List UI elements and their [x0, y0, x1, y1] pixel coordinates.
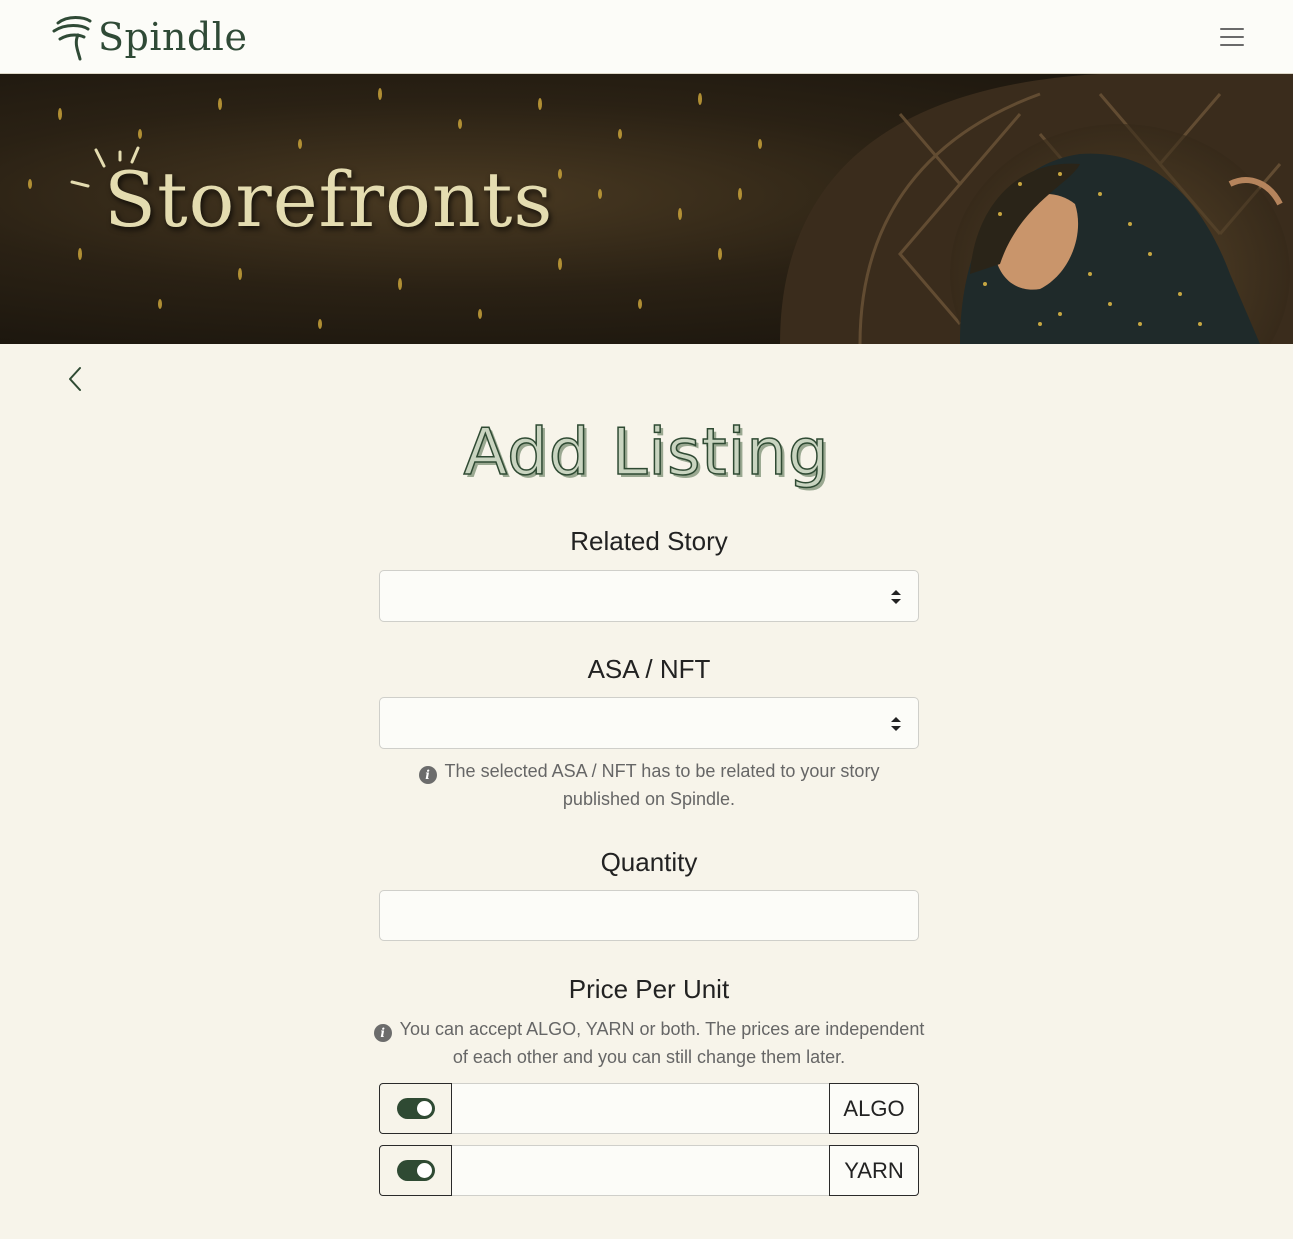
quantity-input[interactable]: [379, 890, 919, 941]
banner-title: Storefronts: [104, 155, 554, 244]
quantity-label: Quantity: [600, 847, 698, 877]
algo-price-input[interactable]: [452, 1083, 829, 1134]
algo-toggle-cell: [379, 1083, 452, 1134]
info-icon: i: [418, 766, 437, 784]
select-arrows-icon: [891, 590, 901, 604]
spindle-logo-icon: [52, 16, 92, 61]
top-navbar: Spindle: [0, 0, 1293, 74]
algo-unit-label: ALGO: [829, 1083, 919, 1134]
yarn-unit-label: YARN: [829, 1145, 919, 1196]
algo-toggle-switch[interactable]: [396, 1098, 435, 1119]
storefronts-banner: Storefronts: [0, 74, 1293, 344]
spindle-logo[interactable]: Spindle: [52, 12, 247, 62]
yarn-price-input[interactable]: [452, 1145, 829, 1196]
asa-nft-hint: i The selected ASA / NFT has to be relate…: [379, 757, 919, 813]
back-button[interactable]: [62, 364, 88, 394]
asa-nft-label: ASA / NFT: [587, 654, 711, 684]
yarn-toggle-cell: [379, 1145, 452, 1196]
price-hint-text: You can accept ALGO, YARN or both. The p…: [399, 1019, 925, 1067]
price-hint: i You can accept ALGO, YARN or both. The …: [369, 1015, 929, 1071]
asa-nft-hint-text: The selected ASA / NFT has to be related…: [444, 761, 880, 809]
price-row-yarn: YARN: [379, 1145, 919, 1196]
hamburger-menu-button[interactable]: [1219, 24, 1245, 50]
page-title: Add Listing: [463, 416, 830, 490]
yarn-toggle-switch[interactable]: [396, 1160, 435, 1181]
related-story-select[interactable]: [379, 570, 919, 622]
select-arrows-icon: [891, 717, 901, 731]
logo-text: Spindle: [98, 15, 248, 59]
info-icon: i: [373, 1024, 392, 1042]
hamburger-icon: [1220, 28, 1244, 30]
chevron-left-icon: [69, 367, 81, 391]
asa-nft-select[interactable]: [379, 697, 919, 749]
related-story-label: Related Story: [570, 526, 728, 556]
price-row-algo: ALGO: [379, 1083, 919, 1134]
price-per-unit-label: Price Per Unit: [568, 974, 730, 1004]
